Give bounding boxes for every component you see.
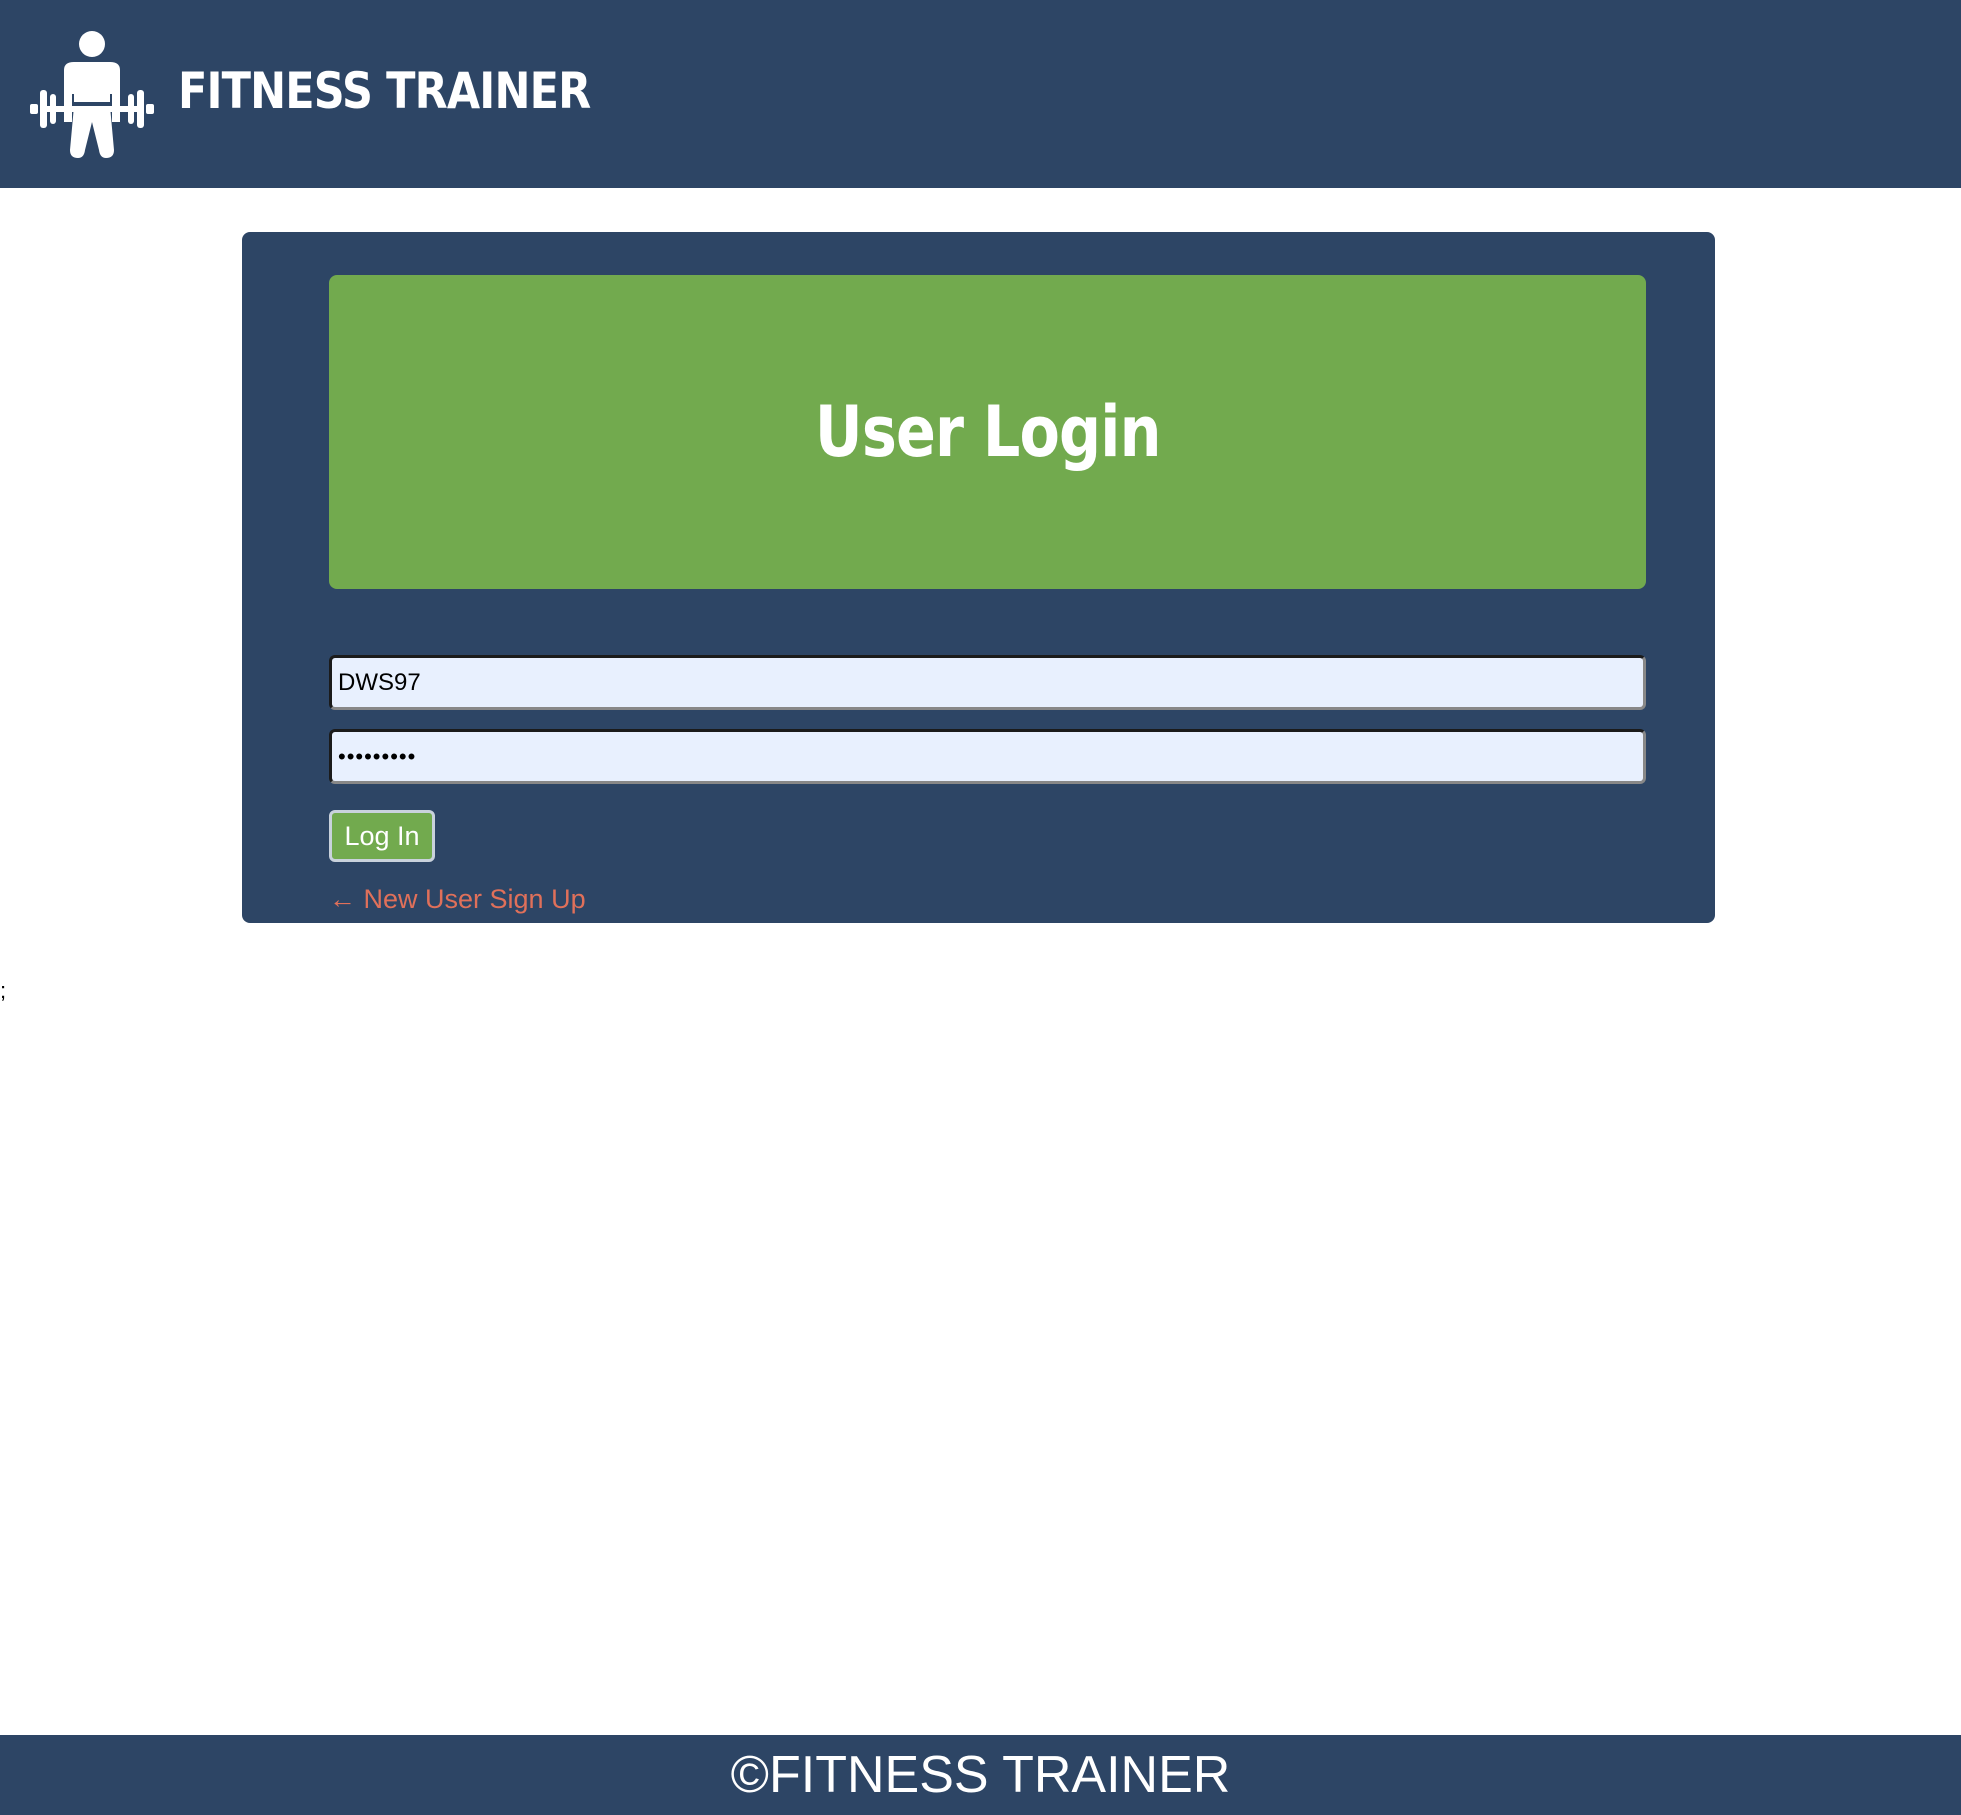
brand-title: FITNESS TRAINER — [178, 62, 591, 120]
weightlifter-icon — [30, 31, 154, 158]
signup-link[interactable]: ← New User Sign Up — [329, 884, 586, 915]
password-input[interactable] — [329, 729, 1646, 784]
login-button[interactable]: Log In — [329, 810, 435, 862]
username-input[interactable] — [329, 655, 1646, 710]
stray-text: ; — [0, 978, 7, 1003]
site-header: FITNESS TRAINER — [0, 0, 1961, 188]
footer-copyright: ©FITNESS TRAINER — [730, 1746, 1231, 1804]
login-banner: User Login — [329, 275, 1646, 589]
login-title: User Login — [814, 391, 1162, 473]
site-footer: ©FITNESS TRAINER — [0, 1735, 1961, 1815]
